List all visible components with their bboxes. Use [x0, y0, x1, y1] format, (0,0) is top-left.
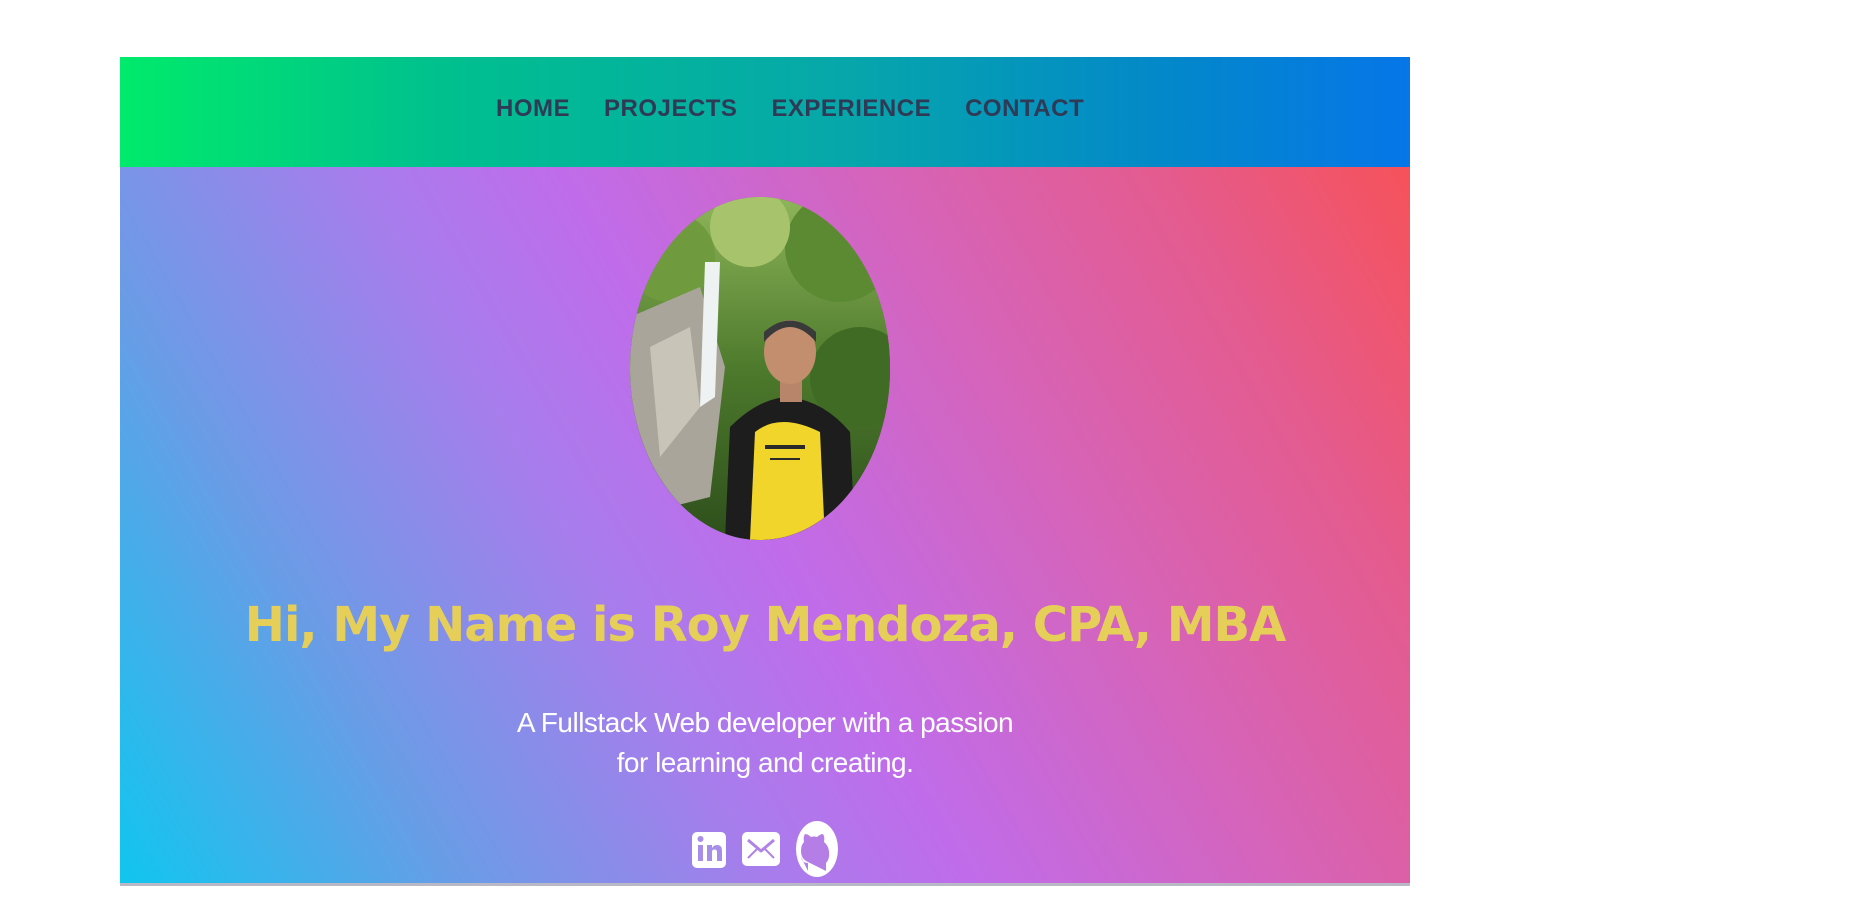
nav-contact-link[interactable]: CONTACT [965, 95, 1084, 123]
top-navbar: HOME PROJECTS EXPERIENCE CONTACT [120, 57, 1410, 167]
profile-photo [630, 197, 890, 540]
email-icon[interactable] [740, 826, 782, 877]
github-icon[interactable] [794, 819, 840, 884]
nav-links: HOME PROJECTS EXPERIENCE CONTACT [496, 95, 1084, 123]
social-links [690, 819, 840, 884]
hero-tagline: A Fullstack Web developer with a passion… [516, 707, 1014, 778]
linkedin-icon[interactable] [690, 826, 728, 877]
nav-home-link[interactable]: HOME [496, 95, 570, 123]
portfolio-page: HOME PROJECTS EXPERIENCE CONTACT Hi, My … [120, 57, 1410, 886]
hero-headline: Hi, My Name is Roy Mendoza, CPA, MBA [244, 597, 1286, 653]
hero-section: Hi, My Name is Roy Mendoza, CPA, MBA A F… [120, 167, 1410, 886]
nav-projects-link[interactable]: PROJECTS [604, 95, 737, 123]
nav-experience-link[interactable]: EXPERIENCE [771, 95, 931, 123]
